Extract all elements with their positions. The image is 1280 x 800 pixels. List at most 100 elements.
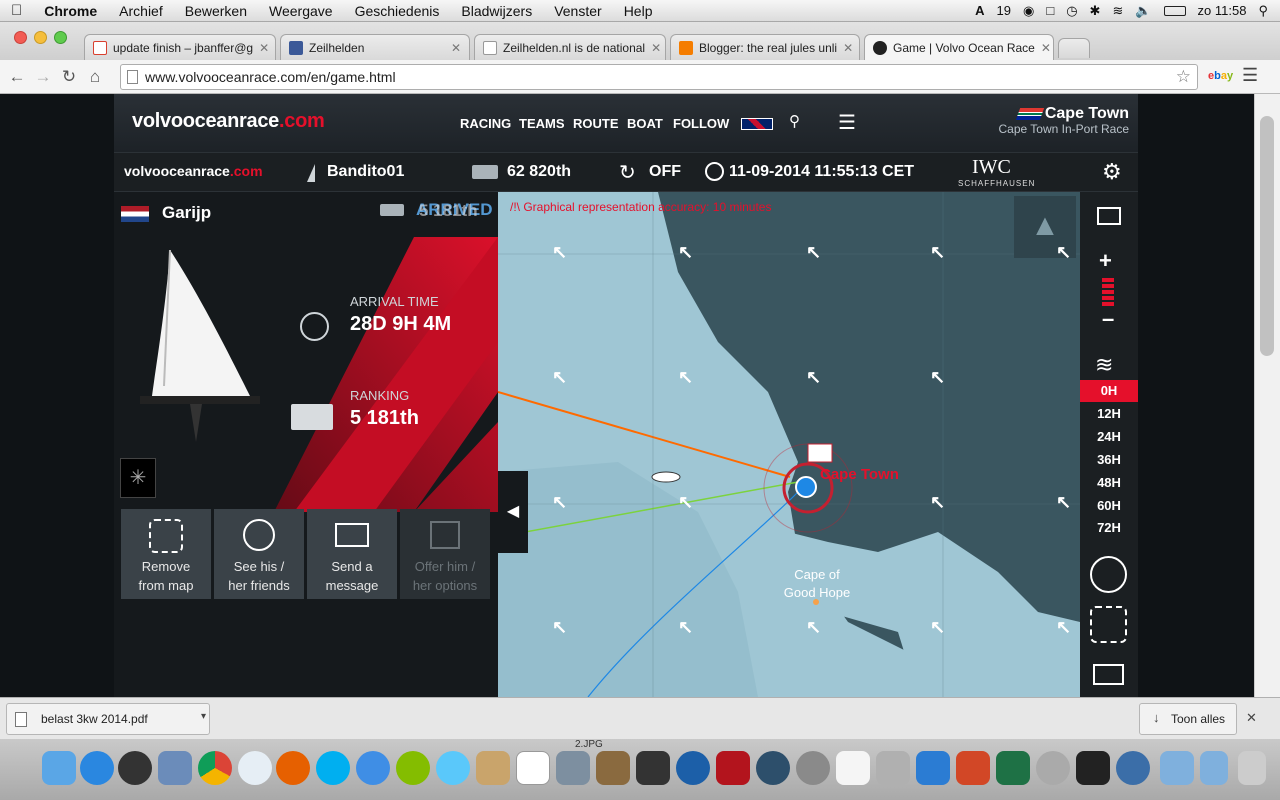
fullscreen-icon[interactable] bbox=[1097, 207, 1121, 225]
nav-follow[interactable]: FOLLOW bbox=[673, 116, 729, 131]
time-machine-icon[interactable] bbox=[756, 751, 790, 785]
home-button[interactable]: ⌂ bbox=[82, 67, 108, 87]
window-icon[interactable]: □ bbox=[1046, 3, 1054, 18]
contacts-icon[interactable] bbox=[476, 751, 510, 785]
event-title[interactable]: Cape Town bbox=[1045, 105, 1129, 123]
nav-teams[interactable]: TEAMS bbox=[519, 116, 565, 131]
finder-icon[interactable] bbox=[42, 751, 76, 785]
uk-flag-icon[interactable] bbox=[741, 118, 773, 130]
word-icon[interactable] bbox=[916, 751, 950, 785]
keynote-icon[interactable] bbox=[876, 751, 910, 785]
event-subtitle[interactable]: Cape Town In-Port Race bbox=[998, 122, 1129, 136]
forecast-0h[interactable]: 0H bbox=[1080, 380, 1138, 402]
focus-boat-icon[interactable] bbox=[1090, 606, 1127, 643]
nav-racing[interactable]: RACING bbox=[460, 116, 511, 131]
close-window-button[interactable] bbox=[14, 31, 27, 44]
nav-boat[interactable]: BOAT bbox=[627, 116, 663, 131]
ebay-extension-icon[interactable]: ebay bbox=[1208, 70, 1233, 82]
itunes-icon[interactable] bbox=[356, 751, 390, 785]
back-button[interactable]: ← bbox=[4, 67, 30, 87]
messages-icon[interactable] bbox=[436, 751, 470, 785]
forecast-60h[interactable]: 60H bbox=[1080, 495, 1138, 517]
spotify-icon[interactable] bbox=[396, 751, 430, 785]
game-logo[interactable]: volvooceanrace.com bbox=[124, 163, 263, 179]
download-item[interactable]: belast 3kw 2014.pdf ▾ bbox=[6, 703, 210, 735]
dashboard-icon[interactable] bbox=[118, 751, 152, 785]
reload-button[interactable]: ↻ bbox=[56, 67, 82, 87]
forecast-36h[interactable]: 36H bbox=[1080, 449, 1138, 471]
dvd-player-icon[interactable] bbox=[676, 751, 710, 785]
volume-icon[interactable]: 🔈 bbox=[1135, 3, 1151, 19]
bookmark-star-icon[interactable]: ☆ bbox=[1176, 67, 1191, 87]
firefox-icon[interactable] bbox=[276, 751, 310, 785]
compass-icon[interactable]: ✳ bbox=[120, 458, 156, 498]
tab-volvo-game[interactable]: Game | Volvo Ocean Race ✕ bbox=[864, 34, 1054, 60]
time-machine-icon[interactable]: ◷ bbox=[1066, 3, 1077, 19]
hamburger-menu-icon[interactable]: ☰ bbox=[838, 110, 856, 135]
tab-zeilhelden-fb[interactable]: Zeilhelden ✕ bbox=[280, 34, 470, 60]
remove-from-map-button[interactable]: Remove from map bbox=[121, 509, 211, 599]
automator-icon[interactable] bbox=[1036, 751, 1070, 785]
menu-archief[interactable]: Archief bbox=[108, 3, 174, 19]
collapse-panel-button[interactable]: ◀ bbox=[498, 471, 528, 553]
creative-cloud-icon[interactable]: ◉ bbox=[1023, 3, 1034, 19]
username[interactable]: Bandito01 bbox=[327, 163, 404, 181]
wind-icon[interactable]: ≋ bbox=[1095, 352, 1113, 378]
menu-geschiedenis[interactable]: Geschiedenis bbox=[344, 3, 451, 19]
tab-blogger[interactable]: Blogger: the real jules unli ✕ bbox=[670, 34, 860, 60]
nav-route[interactable]: ROUTE bbox=[573, 116, 619, 131]
adobe-icon[interactable]: A bbox=[975, 3, 984, 18]
forecast-72h[interactable]: 72H bbox=[1080, 517, 1138, 539]
see-friends-button[interactable]: See his / her friends bbox=[214, 509, 304, 599]
zoom-window-button[interactable] bbox=[54, 31, 67, 44]
safari-icon[interactable] bbox=[238, 751, 272, 785]
notification-count[interactable]: 19 bbox=[997, 3, 1011, 18]
menu-bewerken[interactable]: Bewerken bbox=[174, 3, 258, 19]
send-message-button[interactable]: Send a message bbox=[307, 509, 397, 599]
imovie-icon[interactable] bbox=[636, 751, 670, 785]
apple-icon[interactable]:  bbox=[0, 2, 33, 19]
download-menu-icon[interactable]: ▾ bbox=[201, 711, 206, 722]
trash-icon[interactable] bbox=[1238, 751, 1266, 785]
documents-folder-icon[interactable] bbox=[1200, 751, 1228, 785]
friends-filter-icon[interactable] bbox=[1090, 556, 1127, 593]
system-preferences-icon[interactable] bbox=[796, 751, 830, 785]
close-download-shelf-icon[interactable]: ✕ bbox=[1246, 710, 1257, 726]
search-icon[interactable]: ⚲ bbox=[789, 112, 800, 130]
address-bar[interactable]: www.volvooceanrace.com/en/game.html ☆ bbox=[120, 64, 1198, 90]
quicktime-icon[interactable] bbox=[1116, 751, 1150, 785]
zoom-out-button[interactable]: – bbox=[1102, 306, 1114, 332]
boat-marker-icon[interactable] bbox=[795, 476, 817, 498]
preview-icon[interactable] bbox=[158, 751, 192, 785]
clock[interactable]: zo 11:58 bbox=[1198, 3, 1247, 18]
new-tab-button[interactable] bbox=[1058, 38, 1090, 58]
excel-icon[interactable] bbox=[996, 751, 1030, 785]
sync-icon[interactable]: ↻ bbox=[619, 160, 636, 185]
menu-app-chrome[interactable]: Chrome bbox=[33, 3, 108, 19]
forecast-24h[interactable]: 24H bbox=[1080, 426, 1138, 448]
settings-gear-icon[interactable]: ⚙ bbox=[1102, 159, 1122, 185]
minimize-window-button[interactable] bbox=[34, 31, 47, 44]
sync-status[interactable]: OFF bbox=[649, 163, 681, 181]
menu-help[interactable]: Help bbox=[613, 3, 664, 19]
close-tab-icon[interactable]: ✕ bbox=[259, 41, 269, 55]
close-tab-icon[interactable]: ✕ bbox=[1041, 41, 1051, 55]
photos-icon[interactable] bbox=[556, 751, 590, 785]
tab-gmail[interactable]: update finish – jbanffer@g ✕ bbox=[84, 34, 276, 60]
battery-icon[interactable] bbox=[1163, 5, 1186, 16]
forecast-12h[interactable]: 12H bbox=[1080, 403, 1138, 425]
menu-weergave[interactable]: Weergave bbox=[258, 3, 344, 19]
app-store-icon[interactable] bbox=[80, 751, 114, 785]
zoom-in-button[interactable]: + bbox=[1099, 248, 1112, 274]
calendar-icon[interactable] bbox=[516, 751, 550, 785]
site-logo[interactable]: volvooceanrace.com bbox=[132, 110, 325, 133]
wifi-icon[interactable]: ≋ bbox=[1112, 3, 1123, 19]
textedit-icon[interactable] bbox=[836, 751, 870, 785]
menu-bladwijzers[interactable]: Bladwijzers bbox=[450, 3, 543, 19]
tab-zeilhelden-nl[interactable]: Zeilhelden.nl is de national ✕ bbox=[474, 34, 666, 60]
forward-button[interactable]: → bbox=[30, 67, 56, 87]
scrollbar-thumb[interactable] bbox=[1260, 116, 1274, 356]
messages-icon[interactable] bbox=[1093, 664, 1124, 685]
spotlight-icon[interactable]: ⚲ bbox=[1258, 3, 1268, 19]
close-tab-icon[interactable]: ✕ bbox=[843, 41, 853, 55]
